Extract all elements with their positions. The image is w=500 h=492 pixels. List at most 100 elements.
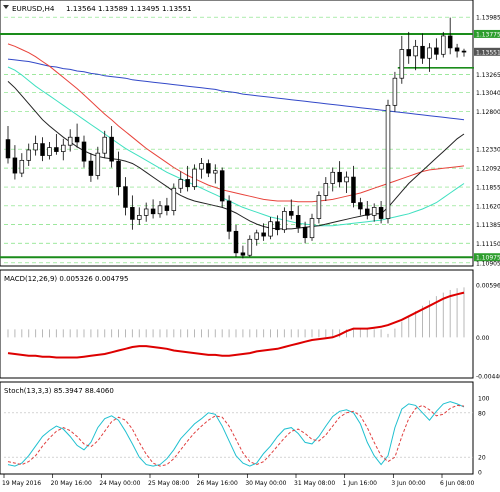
candle-body [164, 205, 170, 211]
candle-body [143, 208, 149, 216]
candle-body [351, 176, 356, 203]
candle-body [213, 170, 218, 174]
candle-body [295, 215, 301, 228]
candle-body [344, 176, 349, 183]
price-axis-label: 1.10905 [476, 260, 500, 267]
macd-axis-label: 0.005965 [476, 283, 500, 290]
candle-body [240, 252, 246, 256]
candle-body [358, 202, 363, 210]
price-axis-label: 1.12330 [476, 147, 500, 154]
candle-body [226, 200, 232, 232]
stoch-axis-label: 100 [478, 396, 490, 403]
time-axis-label: 31 May 08:00 [294, 480, 335, 487]
candle-body [81, 141, 87, 162]
candle-body [461, 50, 467, 53]
macd-axis-label: 0.00 [476, 335, 490, 342]
candle-body [427, 47, 432, 59]
candle-body [247, 238, 253, 256]
candle-body [385, 104, 391, 219]
candle-body [5, 139, 11, 159]
candle-body [406, 49, 411, 57]
macd-label: MACD(12,26,9) 0.005326 0.004795 [4, 275, 128, 283]
price-axis-label: 1.11150 [476, 241, 500, 248]
candle-body [47, 147, 52, 156]
candle-body [434, 47, 439, 55]
candle-body [88, 160, 94, 176]
candle-body [337, 171, 342, 183]
stoch-axis-label: 80 [478, 410, 486, 417]
candle-body [185, 179, 190, 187]
candle-body [219, 170, 225, 202]
candle-body [19, 159, 25, 174]
candle-body [67, 136, 73, 146]
time-axis-label: 26 May 16:00 [197, 480, 238, 487]
price-axis-label: 1.13265 [476, 72, 500, 79]
candle-body [378, 207, 384, 219]
candle-body [413, 45, 418, 57]
candle-body [420, 45, 425, 59]
candle-body [309, 218, 315, 239]
candle-body [74, 136, 80, 143]
symbol-label: EURUSD,H4 [12, 4, 55, 13]
time-axis-label: 3 Jun 00:00 [391, 480, 425, 487]
time-axis-label: 20 May 16:00 [51, 480, 92, 487]
stoch-panel[interactable] [0, 381, 474, 475]
stoch-axis-label: 0 [478, 470, 482, 477]
candle-body [371, 207, 377, 216]
ohlc-label: 1.13564 1.13589 1.13495 1.13551 [66, 4, 192, 13]
price-axis-label: 1.13040 [476, 90, 500, 97]
stoch-axis-label: 20 [478, 455, 486, 462]
candle-body [441, 35, 446, 55]
chart-canvas[interactable]: 1.13985 1.13775 1.13551 1.13265 1.13040 1.128… [0, 0, 500, 488]
candle-body [40, 143, 45, 156]
candle-body [323, 183, 329, 196]
candle-body [130, 207, 135, 220]
price-axis-label: 1.11855 [476, 185, 500, 192]
candle-body [399, 49, 405, 79]
candle-body [316, 195, 322, 219]
candle-body [261, 232, 266, 237]
candle-body [171, 187, 177, 211]
price-axis-label: 1.13775 [476, 31, 500, 38]
candle-body [54, 147, 59, 152]
price-axis-label: 1.13985 [476, 15, 500, 22]
candle-body [109, 136, 114, 162]
candle-body [282, 211, 287, 231]
candle-body [233, 230, 239, 254]
price-axis-label: 1.11385 [476, 222, 500, 229]
time-axis-label: 19 May 2016 [2, 480, 41, 487]
candle-body [330, 171, 335, 184]
candle-body [95, 152, 101, 176]
candle-body [365, 208, 370, 216]
time-axis-label: 25 May 08:00 [148, 480, 189, 487]
candle-body [61, 144, 66, 152]
candle-body [289, 211, 294, 216]
candle-body [254, 232, 259, 240]
time-axis-label: 1 Jun 16:00 [343, 480, 377, 487]
time-axis-label: 6 Jun 08:00 [440, 480, 474, 487]
candle-body [392, 77, 398, 106]
price-axis-label: 1.12800 [476, 109, 500, 116]
candle-body [192, 168, 197, 187]
time-axis-label: 24 May 00:00 [99, 480, 140, 487]
candle-body [447, 35, 453, 49]
chart-window: 1.13985 1.13775 1.13551 1.13265 1.13040 1.128… [0, 0, 500, 488]
candle-body [199, 163, 204, 170]
price-axis-label: 1.13551 [476, 49, 500, 56]
candle-body [157, 205, 163, 215]
price-axis-label: 1.11620 [476, 203, 500, 210]
candle-body [268, 221, 273, 237]
candle-body [123, 186, 128, 208]
candle-body [116, 160, 121, 187]
candle-body [150, 208, 156, 215]
candle-body [102, 136, 107, 154]
candle-body [33, 143, 38, 151]
candle-body [178, 179, 183, 189]
candle-body [137, 215, 142, 220]
price-axis-label: 1.12092 [476, 166, 500, 173]
time-axis-label: 30 May 00:00 [245, 480, 286, 487]
candle-body [275, 221, 280, 231]
stoch-label: Stoch(13,3,3) 85.3947 88.4060 [4, 387, 114, 395]
candle-body [12, 157, 18, 174]
candle-body [206, 163, 211, 174]
